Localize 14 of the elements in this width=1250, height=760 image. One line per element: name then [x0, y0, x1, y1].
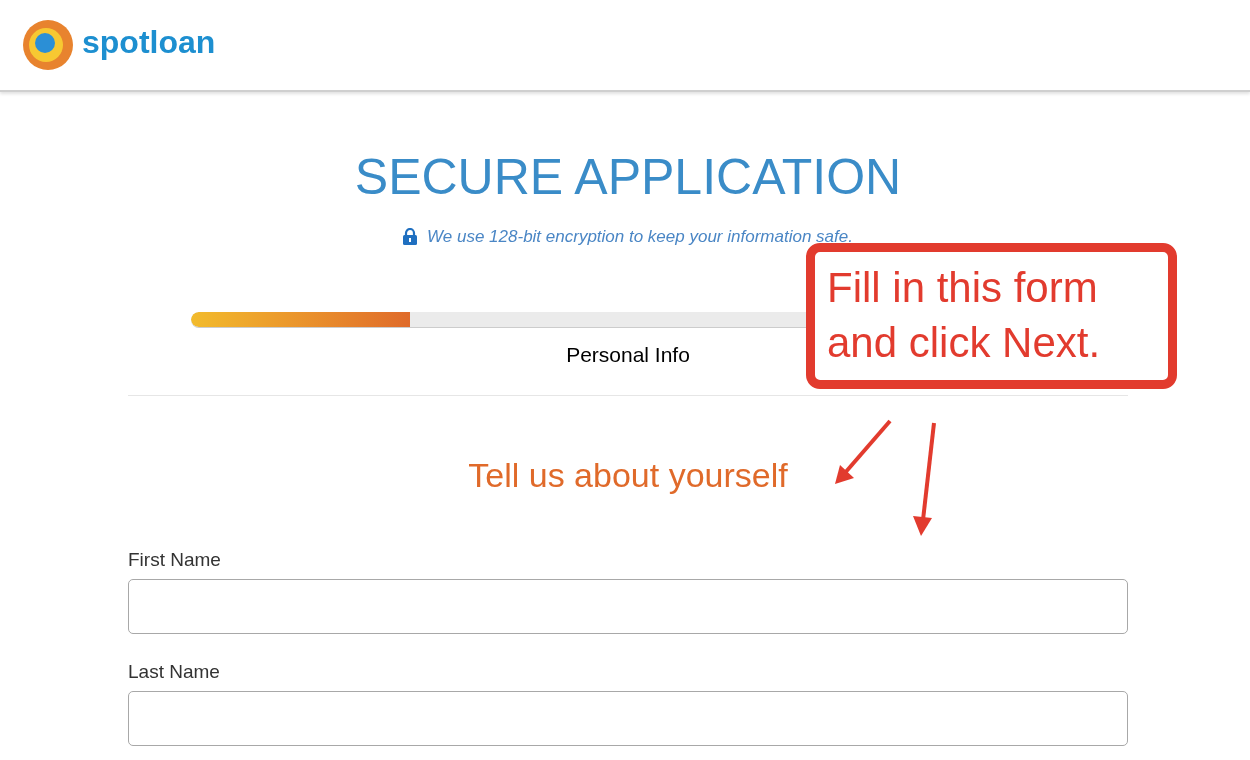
field-label: First Name	[128, 549, 222, 569]
arrow-icon	[910, 420, 938, 538]
logo-icon	[22, 19, 74, 71]
page-title: SECURE APPLICATION	[353, 152, 903, 202]
lock-icon	[403, 228, 418, 246]
progress-label: Personal Info	[565, 343, 691, 365]
field-label: Last Name	[128, 661, 221, 681]
security-note: We use 128-bit encryption to keep your information safe.	[427, 226, 853, 248]
annotation-text: Fill in this form and click Next.	[827, 263, 1102, 368]
arrow-icon	[834, 418, 894, 486]
text-field[interactable]	[128, 690, 1128, 746]
logo-text[interactable]: spotloan	[82, 26, 216, 58]
text-field[interactable]	[128, 578, 1128, 634]
section-heading: Tell us about yourself	[468, 457, 788, 492]
